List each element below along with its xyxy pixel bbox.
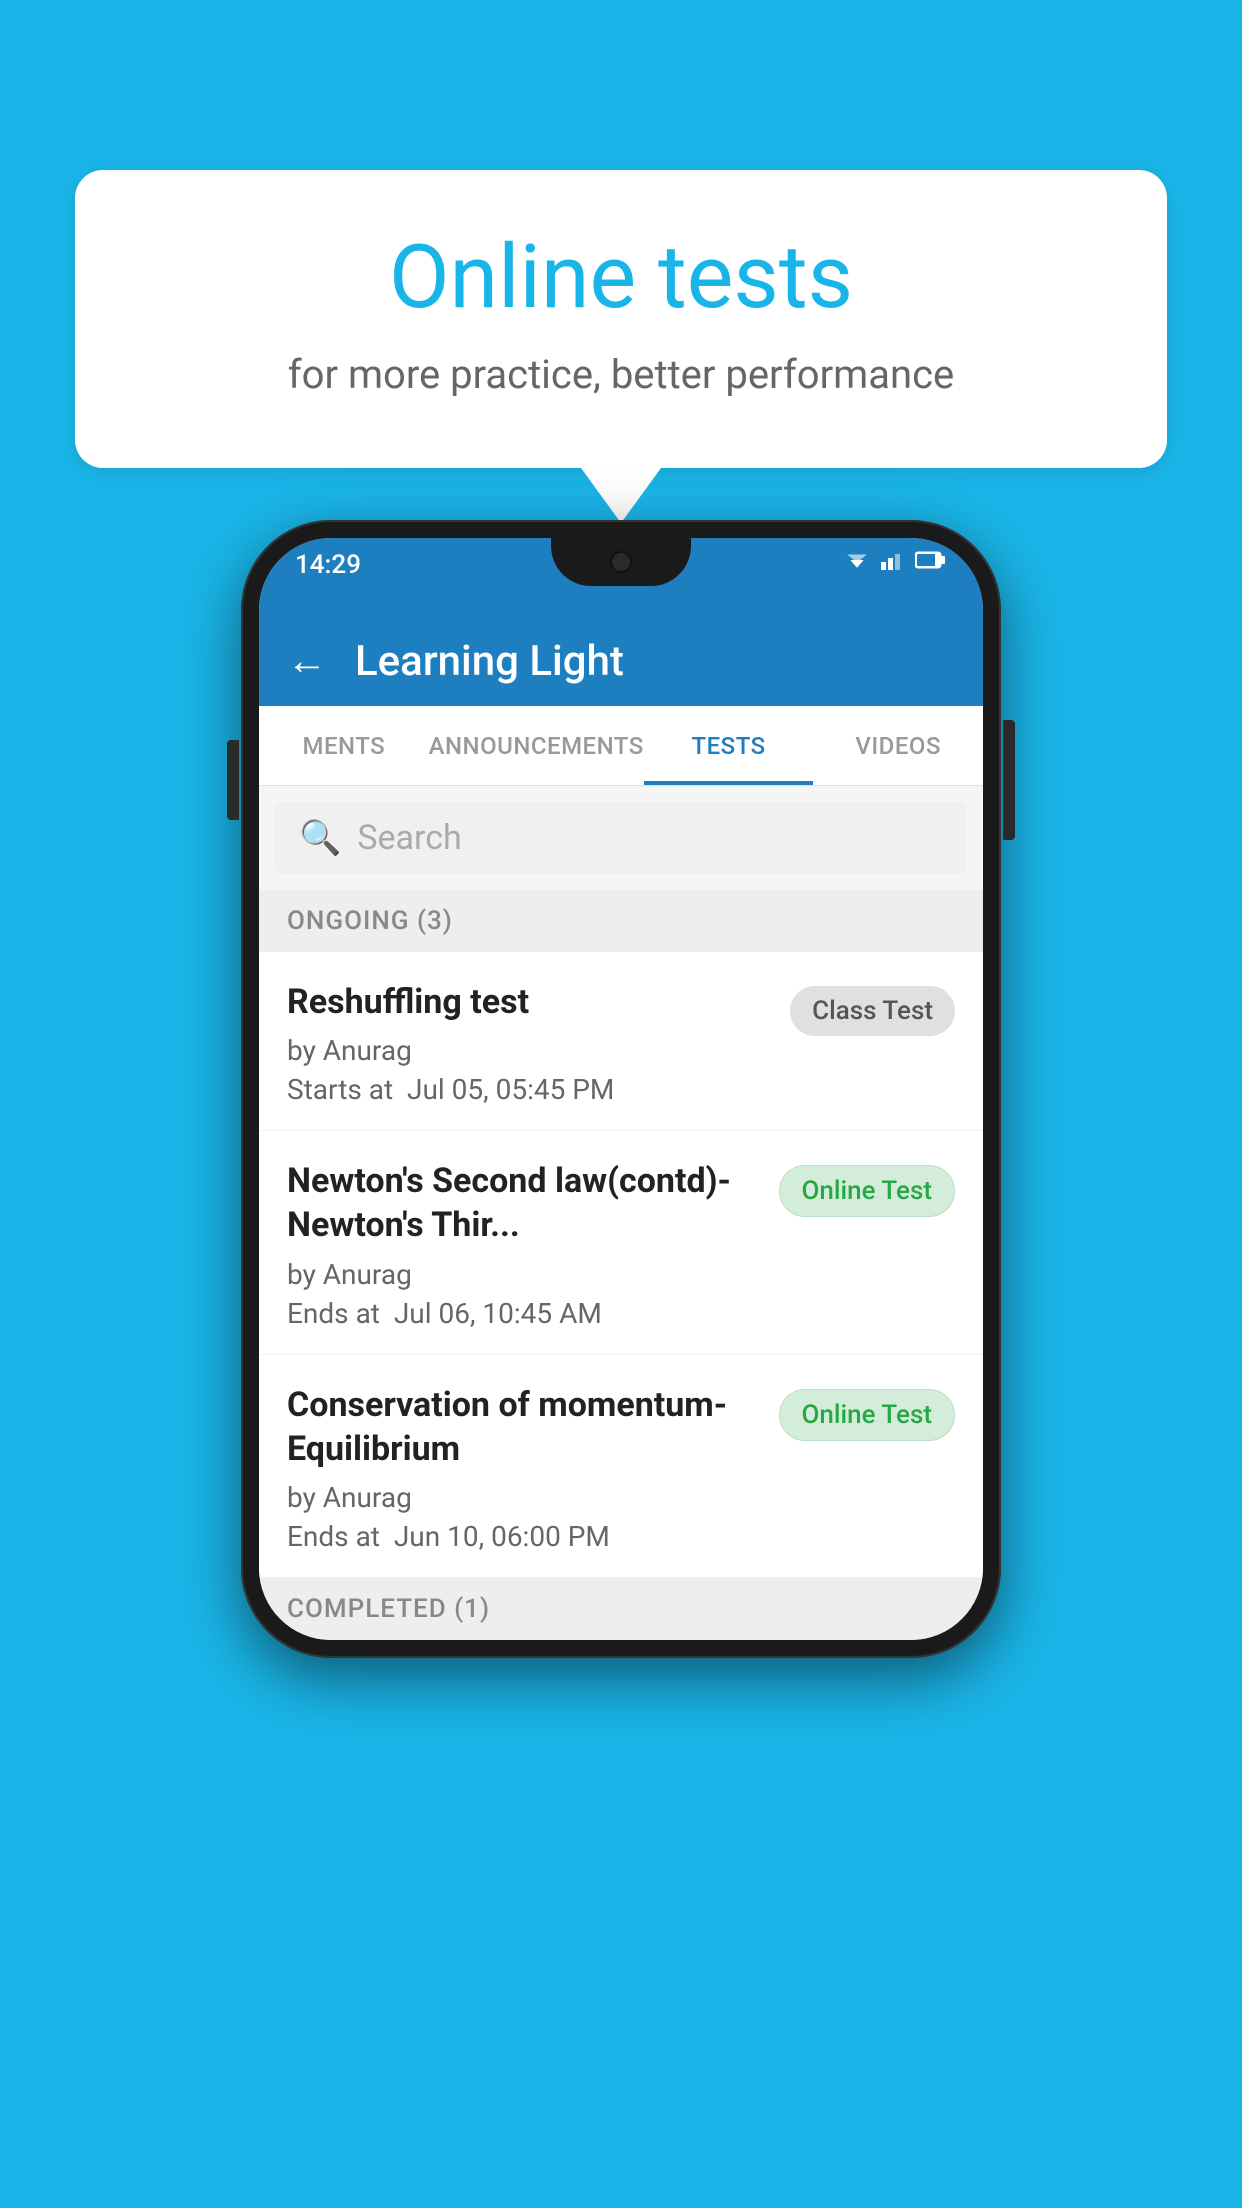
camera-dot [610,551,632,573]
test-author: by Anurag [287,1034,770,1067]
app-header: ← Learning Light [259,616,983,706]
signal-icon [881,550,905,570]
bubble-title: Online tests [125,230,1117,327]
test-name: Conservation of momentum-Equilibrium [287,1383,759,1471]
app-title: Learning Light [355,637,624,686]
test-author: by Anurag [287,1258,759,1291]
test-info: Reshuffling test by Anurag Starts at Jul… [287,980,770,1106]
tab-announcements[interactable]: ANNOUNCEMENTS [429,706,644,785]
status-bar: 14:29 [259,538,983,616]
wifi-icon [843,550,871,570]
tab-bar: MENTS ANNOUNCEMENTS TESTS VIDEOS [259,706,983,786]
test-info: Conservation of momentum-Equilibrium by … [287,1383,759,1553]
test-name: Newton's Second law(contd)-Newton's Thir… [287,1159,759,1247]
back-button[interactable]: ← [287,641,327,681]
test-item[interactable]: Conservation of momentum-Equilibrium by … [259,1355,983,1578]
search-placeholder: Search [357,818,461,858]
bubble-subtitle: for more practice, better performance [125,351,1117,398]
tab-tests[interactable]: TESTS [644,706,814,785]
test-info: Newton's Second law(contd)-Newton's Thir… [287,1159,759,1329]
ongoing-section-header: ONGOING (3) [259,890,983,952]
phone-outer: 14:29 [241,520,1001,1658]
test-list: Reshuffling test by Anurag Starts at Jul… [259,952,983,1578]
tab-videos[interactable]: VIDEOS [813,706,983,785]
badge-online-test: Online Test [779,1165,956,1217]
status-time: 14:29 [295,550,361,580]
badge-online-test: Online Test [779,1389,956,1441]
status-icons [843,550,947,570]
test-date: Ends at Jul 06, 10:45 AM [287,1297,759,1330]
test-item[interactable]: Newton's Second law(contd)-Newton's Thir… [259,1131,983,1354]
phone-screen: 14:29 [259,538,983,1640]
battery-icon [915,550,947,570]
completed-section-header: COMPLETED (1) [259,1578,983,1640]
test-date: Ends at Jun 10, 06:00 PM [287,1520,759,1553]
search-bar[interactable]: 🔍 Search [275,802,967,874]
test-date: Starts at Jul 05, 05:45 PM [287,1073,770,1106]
tab-ments[interactable]: MENTS [259,706,429,785]
test-name: Reshuffling test [287,980,770,1024]
test-author: by Anurag [287,1481,759,1514]
badge-class-test: Class Test [790,986,955,1036]
search-icon: 🔍 [299,818,341,858]
notch-cutout [551,538,691,586]
phone-mockup: 14:29 [241,520,1001,1658]
test-item[interactable]: Reshuffling test by Anurag Starts at Jul… [259,952,983,1131]
promo-bubble: Online tests for more practice, better p… [75,170,1167,468]
